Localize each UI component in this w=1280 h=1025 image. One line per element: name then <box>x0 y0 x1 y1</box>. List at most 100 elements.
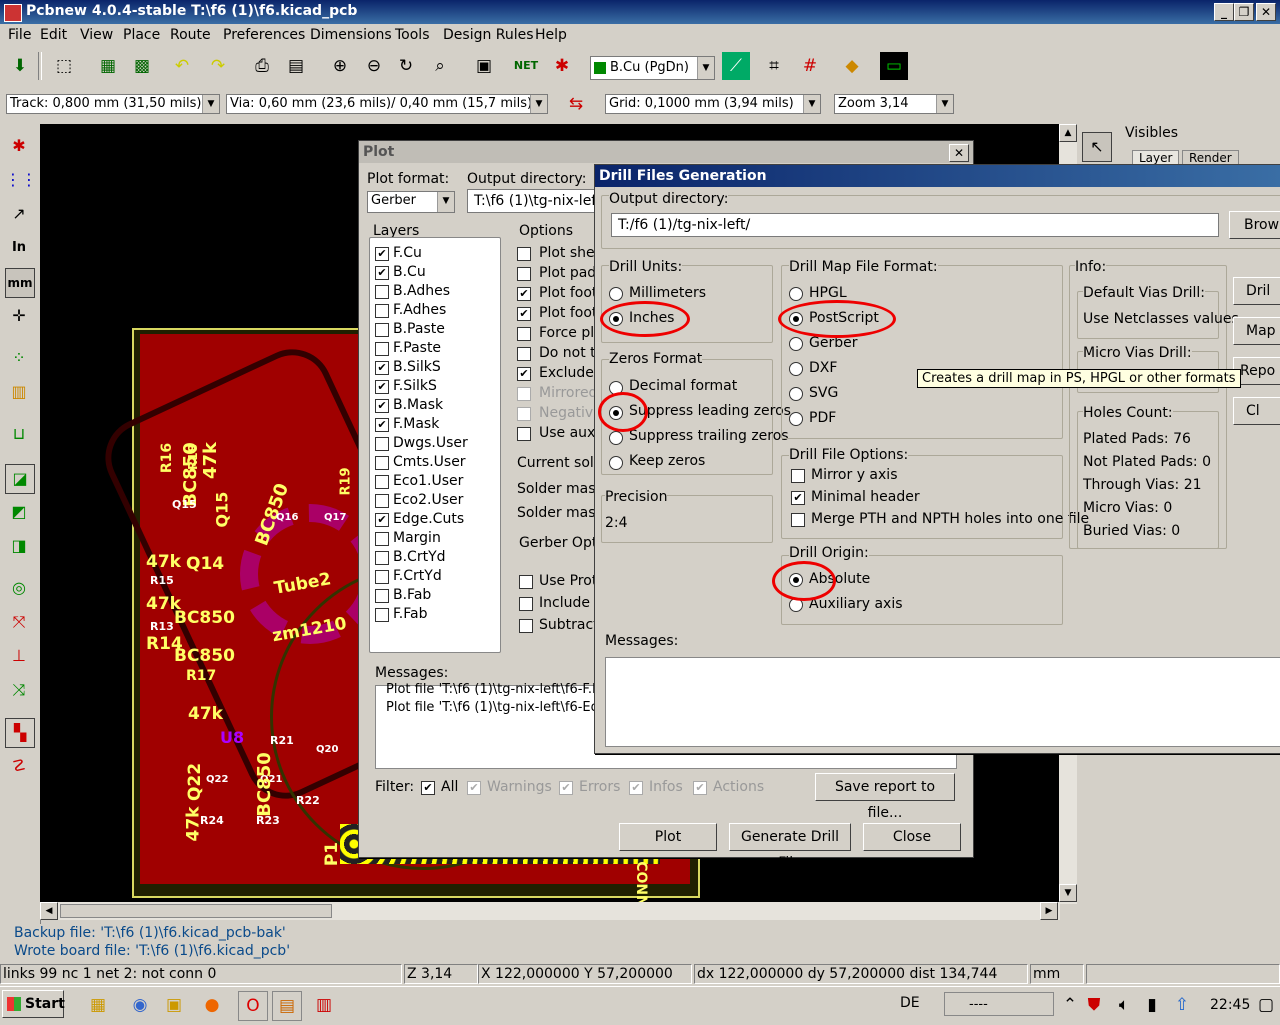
layer-checkbox[interactable]: ✔ <box>375 513 389 527</box>
map-file-button[interactable]: Map <box>1233 317 1280 345</box>
drill-messages-box[interactable] <box>605 657 1280 747</box>
save-icon[interactable]: ⬇ <box>6 52 34 80</box>
subtract-mask-checkbox[interactable] <box>519 619 533 633</box>
option-checkbox[interactable] <box>517 327 531 341</box>
merge-pth-npth-checkbox[interactable] <box>791 513 805 527</box>
opera-icon[interactable]: O <box>238 991 268 1021</box>
find-icon[interactable]: ▣ <box>470 52 498 80</box>
scripting-console-icon[interactable]: ▭ <box>880 52 908 80</box>
filter-warnings-checkbox[interactable]: ✔ <box>467 781 481 795</box>
zoom-out-icon[interactable]: ⊖ <box>360 52 388 80</box>
plot-close-icon[interactable]: ✕ <box>949 144 969 162</box>
tracks-sketch-icon[interactable]: ⊥ <box>5 642 33 670</box>
scroll-thumb[interactable] <box>60 904 332 918</box>
network-icon[interactable]: ▮ <box>1138 991 1166 1019</box>
language-indicator[interactable]: DE <box>900 995 920 1011</box>
filter-infos-checkbox[interactable]: ✔ <box>629 781 643 795</box>
suppress-trailing-radio[interactable] <box>609 431 623 445</box>
high-contrast-icon[interactable]: ⤨ <box>5 676 33 704</box>
via-size-select[interactable]: Via: 0,60 mm (23,6 mils)/ 0,40 mm (15,7 … <box>226 94 548 114</box>
zoom-fit-icon[interactable]: ⌕ <box>426 52 454 80</box>
menu-design-rules[interactable]: Design Rules <box>443 27 534 43</box>
layer-checkbox[interactable] <box>375 551 389 565</box>
layer-checkbox[interactable] <box>375 608 389 622</box>
layer-checkbox[interactable] <box>375 475 389 489</box>
option-checkbox[interactable]: ✔ <box>517 287 531 301</box>
menu-dimensions[interactable]: Dimensions <box>310 27 392 43</box>
plot-button[interactable]: Plot <box>619 823 717 851</box>
option-checkbox[interactable] <box>517 407 531 421</box>
option-checkbox[interactable] <box>517 347 531 361</box>
antivirus-icon[interactable]: ⛊ <box>1080 991 1108 1019</box>
save-report-button[interactable]: Save report to file... <box>815 773 955 821</box>
grid-select[interactable]: Grid: 0,1000 mm (3,94 mils) ▼ <box>605 94 821 114</box>
tray-field[interactable]: ---- <box>944 992 1054 1016</box>
drill-output-dir-field[interactable]: T:/f6 (1)/tg-nix-left/ <box>611 213 1219 237</box>
module-editor-icon[interactable]: ▦ <box>94 52 122 80</box>
zones-outline-icon[interactable]: ◩ <box>5 498 33 526</box>
redo-icon[interactable]: ↷ <box>204 52 232 80</box>
layer-checkbox[interactable] <box>375 323 389 337</box>
option-checkbox[interactable] <box>517 387 531 401</box>
scroll-left-icon[interactable]: ◀ <box>40 902 58 920</box>
pads-sketch-icon[interactable]: ◎ <box>5 574 33 602</box>
hpgl-radio[interactable] <box>789 287 803 301</box>
units-mm-icon[interactable]: mm <box>5 268 35 298</box>
scroll-down-icon[interactable]: ▼ <box>1059 884 1077 902</box>
scroll-up-icon[interactable]: ▲ <box>1059 124 1077 142</box>
mirror-y-checkbox[interactable] <box>791 469 805 483</box>
polar-coords-icon[interactable]: ↗ <box>5 200 33 228</box>
option-checkbox[interactable] <box>517 247 531 261</box>
track-width-select[interactable]: Track: 0,800 mm (31,50 mils) ▼ <box>6 94 220 114</box>
zones-filled-icon[interactable]: ◨ <box>5 532 33 560</box>
browse-button[interactable]: Brow <box>1229 211 1280 239</box>
menu-preferences[interactable]: Preferences <box>223 27 305 43</box>
show-zones-icon[interactable]: ◪ <box>5 464 35 494</box>
update-icon[interactable]: ⇧ <box>1168 991 1196 1019</box>
gerber-radio[interactable] <box>789 337 803 351</box>
eagle-icon[interactable]: ▥ <box>310 991 338 1019</box>
grid-icon[interactable]: ⋮⋮ <box>5 166 37 194</box>
drc-off-icon[interactable]: ✱ <box>5 132 33 160</box>
dxf-radio[interactable] <box>789 362 803 376</box>
filter-all-checkbox[interactable]: ✔ <box>421 781 435 795</box>
autoplace-icon[interactable]: ⌗ <box>760 52 788 80</box>
plot-icon[interactable]: ▤ <box>282 52 310 80</box>
volume-icon[interactable]: 🔈︎ <box>1110 991 1138 1019</box>
filter-errors-checkbox[interactable]: ✔ <box>559 781 573 795</box>
via-pair-icon[interactable]: ⟋ <box>722 52 750 80</box>
menu-view[interactable]: View <box>80 27 113 43</box>
include-extended-checkbox[interactable] <box>519 597 533 611</box>
browser-icon[interactable]: ◉ <box>126 991 154 1019</box>
filter-actions-checkbox[interactable]: ✔ <box>693 781 707 795</box>
drc-icon[interactable]: ✱ <box>548 52 576 80</box>
option-checkbox[interactable] <box>517 427 531 441</box>
layer-checkbox[interactable]: ✔ <box>375 399 389 413</box>
layer-checkbox[interactable]: ✔ <box>375 380 389 394</box>
zoom-in-icon[interactable]: ⊕ <box>326 52 354 80</box>
keep-zeros-radio[interactable] <box>609 456 623 470</box>
firefox-icon[interactable]: ● <box>198 991 226 1019</box>
vias-sketch-icon[interactable]: ⤧ <box>5 608 33 636</box>
kicad-icon[interactable]: ▤ <box>272 991 302 1021</box>
layer-checkbox[interactable] <box>375 342 389 356</box>
layer-checkbox[interactable] <box>375 532 389 546</box>
menu-route[interactable]: Route <box>170 27 211 43</box>
generate-drill-button[interactable]: Generate Drill File <box>729 823 851 871</box>
horizontal-scrollbar[interactable]: ◀ ▶ <box>40 902 1060 920</box>
track-auto-width-icon[interactable]: ⇆ <box>562 90 590 118</box>
redraw-icon[interactable]: ↻ <box>392 52 420 80</box>
layer-checkbox[interactable] <box>375 589 389 603</box>
explorer-icon[interactable]: ▦ <box>84 991 112 1019</box>
output-dir-field[interactable]: T:\f6 (1)\tg-nix-left\ <box>467 189 597 213</box>
close-button[interactable]: ✕ <box>1256 3 1276 21</box>
autoroute-icon[interactable]: # <box>796 52 824 80</box>
microwave-icon[interactable]: ☡ <box>5 752 33 780</box>
scroll-right-icon[interactable]: ▶ <box>1040 902 1058 920</box>
maximize-button[interactable]: ❐ <box>1234 3 1254 21</box>
minimal-header-checkbox[interactable]: ✔ <box>791 491 805 505</box>
auto-delete-track-icon[interactable]: ⊔ <box>5 420 33 448</box>
start-button[interactable]: Start <box>2 990 65 1018</box>
folder-icon[interactable]: ▣ <box>160 991 188 1019</box>
minimize-button[interactable]: _ <box>1214 3 1234 21</box>
